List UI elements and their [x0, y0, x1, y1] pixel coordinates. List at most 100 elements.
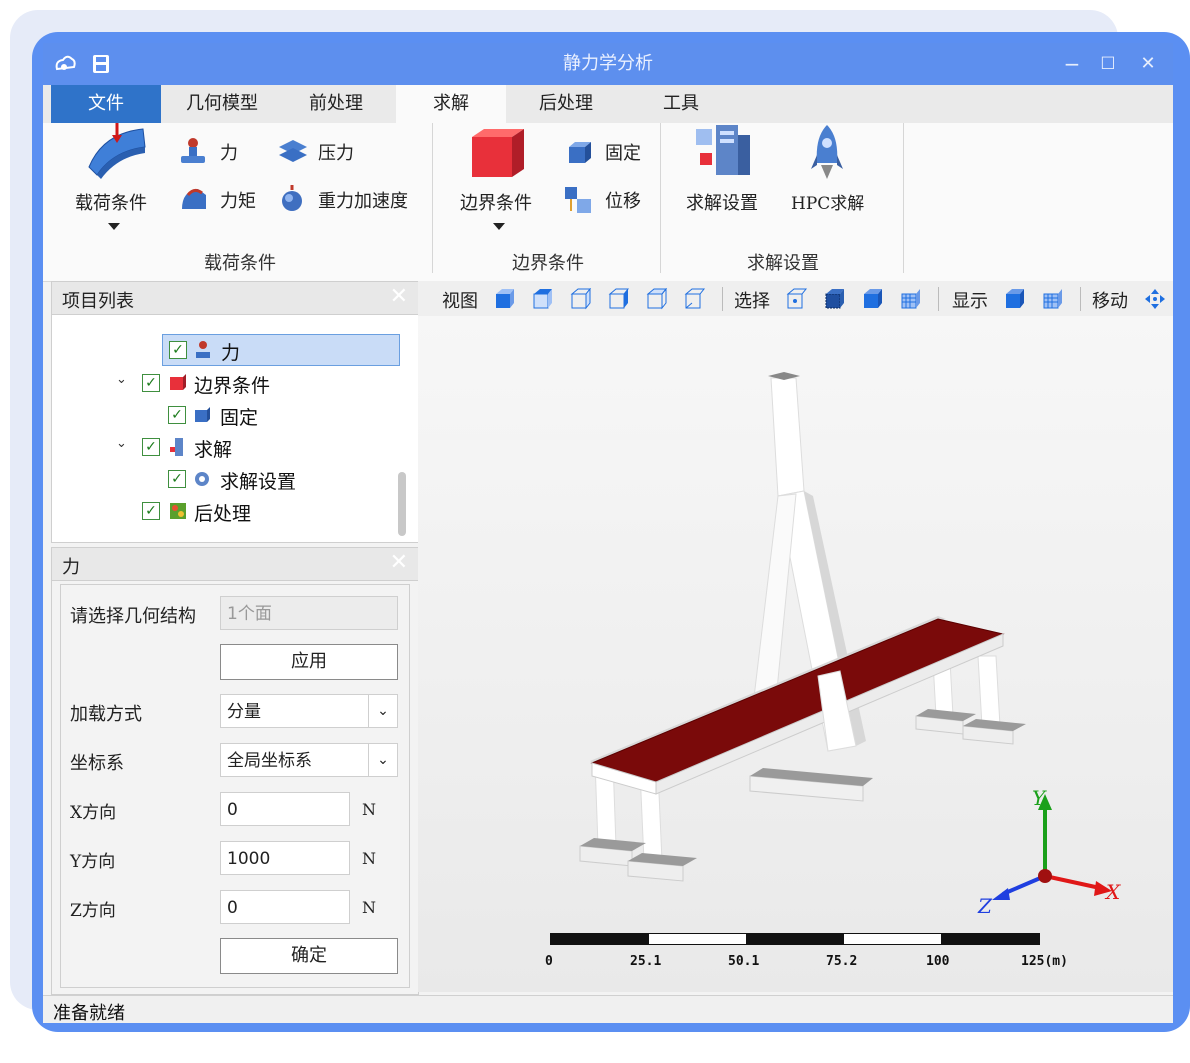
x-direction-label: X方向	[70, 803, 117, 823]
tab-geometry[interactable]: 几何模型	[163, 85, 281, 123]
checkbox[interactable]: ✓	[142, 438, 160, 456]
gravity-icon	[282, 185, 302, 211]
y-direction-input[interactable]: 1000	[220, 841, 350, 875]
axis-y-label: Y	[1032, 786, 1046, 810]
display-mesh-icon[interactable]	[1042, 288, 1064, 310]
ribbon-tabs: 文件 几何模型 前处理 求解 后处理 工具	[43, 85, 1173, 123]
tree-item-force[interactable]: ✓ 力	[162, 334, 400, 366]
move-arrows-icon[interactable]	[1144, 288, 1166, 310]
displacement-label: 位移	[605, 191, 641, 212]
y-direction-label: Y方向	[70, 852, 116, 872]
tree-item-boundary[interactable]: ⌄ ✓ 边界条件	[116, 368, 376, 398]
tab-tools[interactable]: 工具	[626, 85, 736, 123]
z-unit: N	[362, 898, 376, 917]
gravity-label: 重力加速度	[318, 191, 408, 212]
checkbox[interactable]: ✓	[169, 341, 187, 359]
ok-button[interactable]: 确定	[220, 938, 398, 974]
checkbox[interactable]: ✓	[168, 406, 186, 424]
close-icon[interactable]: ✕	[390, 284, 408, 309]
app-logo-icon	[55, 55, 76, 71]
select-label: 选择	[734, 291, 770, 312]
moment-button[interactable]: 力矩	[178, 185, 268, 215]
tab-file[interactable]: 文件	[51, 85, 161, 123]
solve-settings-button[interactable]: 求解设置	[680, 123, 770, 223]
dropdown-arrow-icon[interactable]	[492, 221, 506, 231]
expand-chevron-icon[interactable]: ⌄	[116, 372, 127, 387]
fixed-button[interactable]: 固定	[563, 137, 653, 167]
force-icon	[181, 138, 205, 163]
axis-x-label: X	[1106, 880, 1121, 904]
load-mode-select[interactable]: 分量 ⌄	[220, 694, 398, 728]
tab-postprocess[interactable]: 后处理	[511, 85, 621, 123]
tree-item-postprocess[interactable]: ✓ 后处理	[116, 496, 376, 526]
tree-item-label: 力	[221, 342, 241, 364]
select-vertex-icon[interactable]	[786, 288, 808, 310]
view-front-icon[interactable]	[494, 288, 516, 310]
toolbar-separator	[938, 287, 939, 311]
chevron-down-icon[interactable]: ⌄	[368, 744, 397, 776]
bridge-model[interactable]	[418, 316, 1173, 992]
ribbon-separator	[903, 123, 904, 273]
3d-viewport[interactable]: Y X Z 0 25.1 50.1 75.2 100 125(m)	[418, 316, 1173, 992]
view-left-icon[interactable]	[570, 288, 592, 310]
display-solid-icon[interactable]	[1004, 288, 1026, 310]
minimize-button[interactable]: −	[1059, 51, 1085, 77]
checkbox[interactable]: ✓	[142, 502, 160, 520]
select-mesh-icon[interactable]	[900, 288, 922, 310]
force-button[interactable]: 力	[178, 137, 258, 167]
z-direction-input[interactable]: 0	[220, 890, 350, 924]
checkbox[interactable]: ✓	[168, 470, 186, 488]
ribbon-separator	[432, 123, 433, 273]
tab-preprocess[interactable]: 前处理	[281, 85, 391, 123]
scale-bar	[550, 933, 1040, 945]
tree-item-fixed[interactable]: ✓ 固定	[162, 400, 362, 430]
select-body-icon[interactable]	[862, 288, 884, 310]
app-window: 静力学分析 − ☐ ✕ 文件 几何模型 前处理 求解 后处理 工具 载荷条件 力…	[43, 43, 1173, 1023]
tree-item-solve[interactable]: ⌄ ✓ 求解	[116, 432, 376, 462]
load-mode-value: 分量	[227, 702, 261, 722]
tab-solve[interactable]: 求解	[396, 85, 506, 123]
hpc-solve-button[interactable]: HPC求解	[785, 123, 875, 223]
x-direction-input[interactable]: 0	[220, 792, 350, 826]
boundary-icon	[170, 374, 186, 390]
scrollbar-thumb[interactable]	[398, 472, 406, 536]
load-conditions-icon	[88, 123, 146, 179]
load-group-label: 载荷条件	[204, 253, 276, 274]
close-button[interactable]: ✕	[1135, 51, 1161, 77]
save-icon[interactable]	[91, 53, 111, 75]
chevron-down-icon[interactable]: ⌄	[368, 695, 397, 727]
expand-chevron-icon[interactable]: ⌄	[116, 436, 127, 451]
checkbox[interactable]: ✓	[142, 374, 160, 392]
boundary-conditions-icon	[472, 129, 524, 177]
move-label: 移动	[1092, 291, 1128, 312]
view-bottom-icon[interactable]	[646, 288, 668, 310]
pressure-button[interactable]: 压力	[276, 137, 366, 167]
load-mode-label: 加载方式	[70, 704, 142, 725]
dropdown-arrow-icon[interactable]	[107, 221, 121, 231]
view-top-icon[interactable]	[532, 288, 554, 310]
displacement-button[interactable]: 位移	[563, 185, 653, 215]
coord-system-select[interactable]: 全局坐标系 ⌄	[220, 743, 398, 777]
display-label: 显示	[952, 291, 988, 312]
tree-item-label: 求解	[194, 439, 233, 461]
maximize-button[interactable]: ☐	[1095, 51, 1121, 77]
tree-item-label: 固定	[220, 407, 259, 429]
ribbon: 载荷条件 力 压力 力矩 重力加速度 载荷条件 边界条件 固定 位移 边界条件 …	[43, 123, 1173, 282]
select-face-icon[interactable]	[824, 288, 846, 310]
view-back-icon[interactable]	[684, 288, 706, 310]
tree-item-solve-settings[interactable]: ✓ 求解设置	[162, 464, 382, 494]
gravity-button[interactable]: 重力加速度	[276, 185, 426, 215]
project-list-title: 项目列表	[62, 291, 134, 312]
toolbar-separator	[1080, 287, 1081, 311]
rocket-icon	[811, 125, 843, 179]
solve-settings-label: 求解设置	[686, 193, 758, 214]
apply-button[interactable]: 应用	[220, 644, 398, 680]
view-right-icon[interactable]	[608, 288, 630, 310]
close-icon[interactable]: ✕	[390, 550, 408, 575]
scale-tick: 50.1	[728, 954, 760, 969]
geometry-select-field[interactable]: 1个面	[220, 596, 398, 630]
tree-item-label: 后处理	[194, 503, 252, 525]
boundary-conditions-button[interactable]: 边界条件	[450, 123, 550, 231]
load-conditions-button[interactable]: 载荷条件	[65, 123, 165, 231]
scale-tick: 25.1	[630, 954, 662, 969]
